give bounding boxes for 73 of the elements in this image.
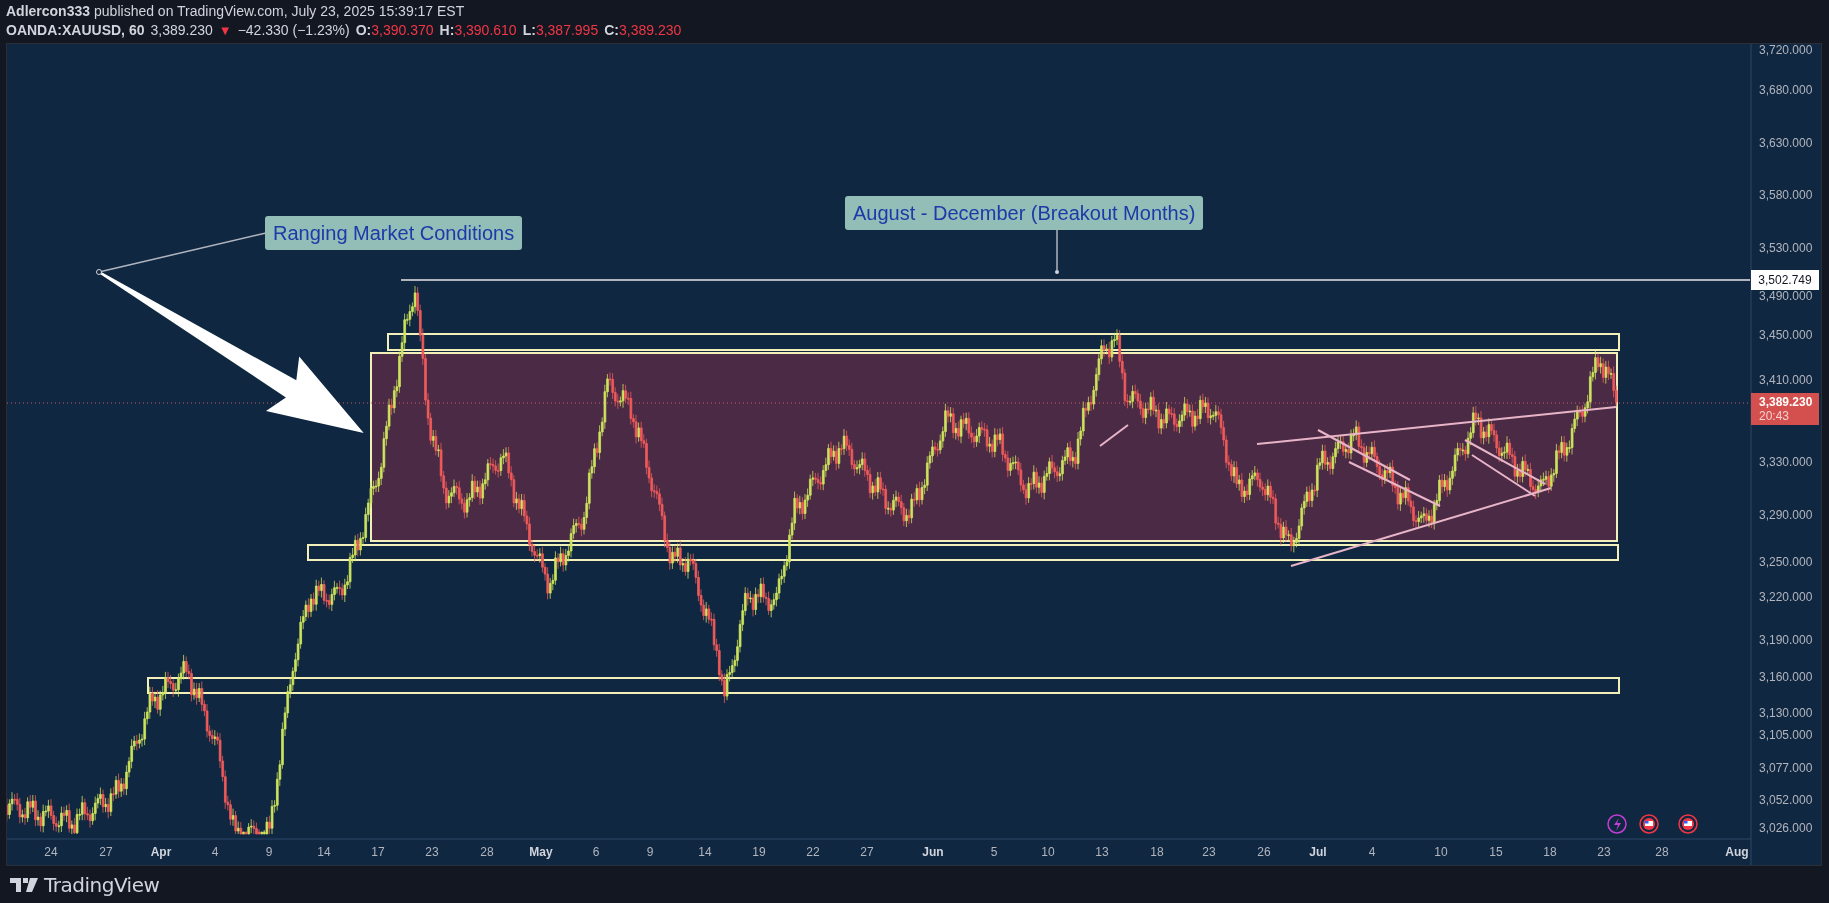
time-axis-label: 13 (1094, 845, 1110, 859)
time-axis-label: Jul (1308, 845, 1328, 859)
price-axis-label: 3,160.000 (1759, 670, 1813, 684)
time-axis-label: 15 (1488, 845, 1504, 859)
brand-name: TradingView (44, 871, 160, 899)
time-axis-label: 9 (264, 845, 274, 859)
time-axis-label: May (528, 845, 554, 859)
price-change: −42.330 (−1.23%) (237, 21, 350, 40)
price-axis-label: 3,680.000 (1759, 83, 1813, 97)
price-axis-label: 3,105.000 (1759, 728, 1813, 742)
logo-icon (10, 877, 38, 892)
time-axis-label: 17 (370, 845, 386, 859)
price-axis-label: 3,410.000 (1759, 373, 1813, 387)
time-axis-label: Jun (921, 845, 945, 859)
price-axis-label: 3,530.000 (1759, 241, 1813, 255)
price-axis-label: 3,130.000 (1759, 706, 1813, 720)
time-axis-label: 23 (1596, 845, 1612, 859)
price-axis-label: 3,250.000 (1759, 555, 1813, 569)
countdown-timer: 20:43 (1759, 409, 1791, 423)
ohlc-value: O:3,390.370 (355, 21, 434, 40)
ohlc-value: C:3,389.230 (604, 21, 682, 40)
price-axis-label: 3,290.000 (1759, 508, 1813, 522)
callout-label: Ranging Market Conditions (265, 216, 523, 250)
last-price-tag: 3,389.230 (1759, 395, 1819, 409)
time-axis-label: 26 (1256, 845, 1272, 859)
time-axis-label: 28 (1654, 845, 1670, 859)
time-axis-label: 5 (989, 845, 999, 859)
time-axis-label: 23 (424, 845, 440, 859)
time-axis-label: 14 (316, 845, 332, 859)
last-price: 3,389.230 (150, 21, 213, 40)
callout-label: August - December (Breakout Months) (845, 196, 1204, 230)
leader-line (1055, 229, 1059, 274)
price-axis-label: 3,450.000 (1759, 328, 1813, 342)
time-axis-label: 27 (98, 845, 114, 859)
price-axis-label: 3,220.000 (1759, 590, 1813, 604)
time-axis-label: 9 (645, 845, 655, 859)
time-axis-label: Apr (149, 845, 173, 859)
symbol-name: OANDA:XAUUSD, 60 (6, 21, 145, 40)
time-axis-label: 10 (1040, 845, 1056, 859)
author-name: Adlercon333 (6, 2, 91, 21)
price-axis-label: 3,330.000 (1759, 455, 1813, 469)
time-axis-label: 4 (210, 845, 220, 859)
anchor-point (96, 269, 102, 275)
price-axis-label: 3,490.000 (1759, 289, 1813, 303)
time-axis-label: 23 (1201, 845, 1217, 859)
published-text: published on TradingView.com, July 23, 2025 15:39:17 EST (94, 2, 465, 21)
price-tag: 3,502.749 (1751, 270, 1819, 290)
time-axis-label: 10 (1433, 845, 1449, 859)
price-axis-label: 3,580.000 (1759, 188, 1813, 202)
price-axis-label: 3,077.000 (1759, 761, 1813, 775)
ohlc-value: L:3,387.995 (522, 21, 599, 40)
flag-icon (1678, 814, 1698, 834)
ohlc-value: H:3,390.610 (439, 21, 517, 40)
price-axis-label: 3,052.000 (1759, 793, 1813, 807)
time-axis-label: 14 (697, 845, 713, 859)
time-axis-label: 28 (479, 845, 495, 859)
time-axis-label: 18 (1149, 845, 1165, 859)
flag-icon (1639, 814, 1659, 834)
time-axis-label: 22 (805, 845, 821, 859)
price-axis-label: 3,630.000 (1759, 136, 1813, 150)
time-axis-label: 6 (591, 845, 601, 859)
time-axis-label: 27 (859, 845, 875, 859)
down-arrow-icon: ▼ (218, 21, 232, 40)
price-axis-label: 3,720.000 (1759, 44, 1813, 57)
price-axis-label: 3,190.000 (1759, 633, 1813, 647)
time-axis-label: Aug (1724, 845, 1750, 859)
price-axis-label: 3,026.000 (1759, 821, 1813, 835)
trend-line (1099, 424, 1129, 447)
lightning-icon (1607, 814, 1627, 834)
time-axis-label: 19 (751, 845, 767, 859)
time-axis-label: 18 (1542, 845, 1558, 859)
time-axis-label: 4 (1367, 845, 1377, 859)
time-axis-label: 24 (43, 845, 59, 859)
